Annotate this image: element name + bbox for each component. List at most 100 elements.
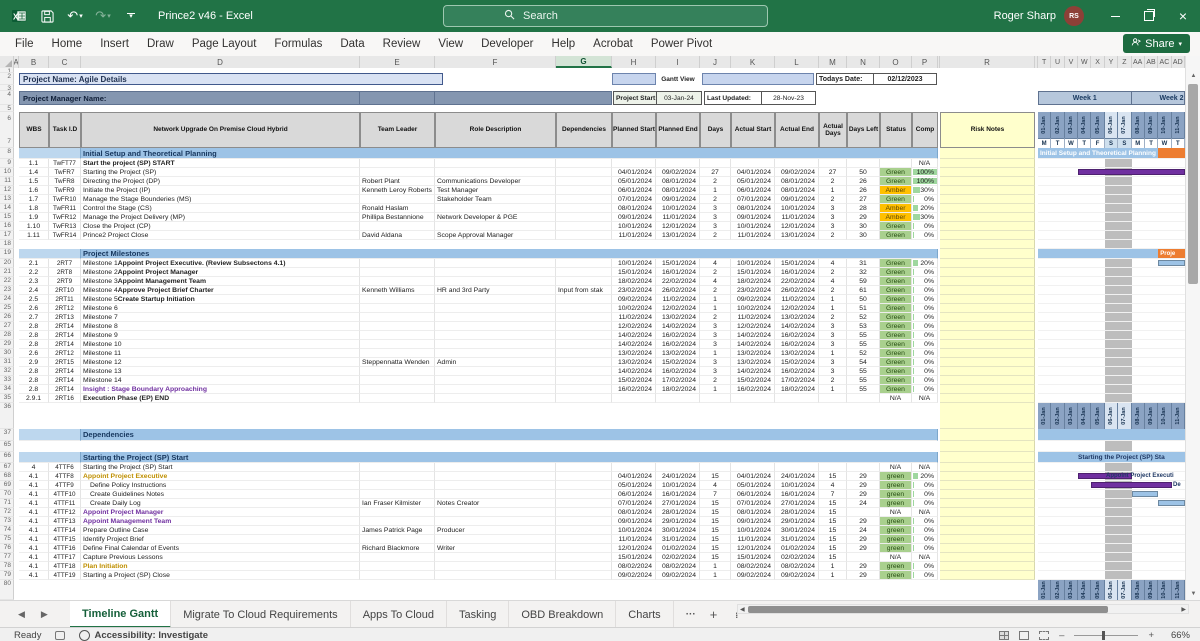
header-role-description[interactable]: Role Description <box>435 112 556 148</box>
project-manager-band[interactable]: Project Manager Name: <box>19 91 360 105</box>
zoom-slider-thumb[interactable] <box>1102 631 1105 640</box>
cell-days-left[interactable]: 55 <box>847 385 880 394</box>
cell-wbs[interactable]: 1.8 <box>19 204 49 213</box>
cell-days[interactable]: 1 <box>700 385 731 394</box>
cell-comp[interactable]: N/A <box>912 553 938 562</box>
cell-task-name[interactable]: Close the Project (CP) <box>81 222 360 231</box>
cell-status[interactable]: Green <box>880 313 912 322</box>
cell-days[interactable]: 3 <box>700 222 731 231</box>
cell-comp[interactable]: 20% <box>912 472 938 481</box>
gantt-day-06-Jan[interactable]: 06-Jan <box>1105 580 1118 600</box>
cell-status[interactable]: Green <box>880 349 912 358</box>
header-planned-start[interactable]: Planned Start <box>612 112 656 148</box>
zoom-slider[interactable] <box>1074 635 1138 636</box>
cell-team-leader[interactable] <box>360 385 435 394</box>
gantt-day-01-Jan[interactable]: 01-Jan <box>1038 580 1051 600</box>
risk-notes-cell[interactable] <box>940 340 1035 349</box>
select-all-corner[interactable] <box>0 56 14 68</box>
cell-days[interactable]: 3 <box>700 213 731 222</box>
gantt-chart-cell[interactable] <box>1038 553 1185 562</box>
cell-actual-start[interactable] <box>731 463 775 472</box>
gantt-day-08-Jan[interactable]: 08-Jan <box>1132 112 1145 138</box>
cell-wbs[interactable]: 2.2 <box>19 268 49 277</box>
cell-actual-start[interactable]: 10/02/2024 <box>731 304 775 313</box>
sheet-tab-tasking[interactable]: Tasking <box>447 601 509 628</box>
row-number-16[interactable]: 16 <box>0 222 14 231</box>
cell-team-leader[interactable] <box>360 394 435 403</box>
gantt-chart-cell[interactable] <box>1038 222 1185 231</box>
cell-wbs[interactable]: 2.6 <box>19 304 49 313</box>
cell-actual-start[interactable]: 07/01/2024 <box>731 499 775 508</box>
cell-task-name[interactable]: Plan Initiation <box>81 562 360 571</box>
cell-planned-start[interactable]: 12/02/2024 <box>612 322 656 331</box>
gantt-chart-cell[interactable] <box>1038 385 1185 394</box>
cell-planned-end[interactable]: 12/01/2024 <box>656 222 700 231</box>
cell-days-left[interactable]: 54 <box>847 358 880 367</box>
cell-actual-end[interactable]: 16/02/2024 <box>775 367 819 376</box>
cell-task-name[interactable]: Start the project (SP) START <box>81 159 360 168</box>
row-number-78[interactable]: 78 <box>0 562 14 571</box>
cell-wbs[interactable]: 4.1 <box>19 481 49 490</box>
cell-task-name[interactable]: Control the Stage (CS) <box>81 204 360 213</box>
gantt-dow-cell[interactable]: S <box>1105 138 1118 148</box>
cell-status[interactable]: Green <box>880 277 912 286</box>
cell-task-name[interactable]: Identify Project Brief <box>81 535 360 544</box>
risk-notes-cell[interactable] <box>940 268 1035 277</box>
cell-task-id[interactable]: 2RT16 <box>49 394 81 403</box>
cell-planned-end[interactable]: 02/02/2024 <box>656 553 700 562</box>
save-icon[interactable] <box>36 5 58 27</box>
cell-actual-days[interactable]: 2 <box>819 231 847 240</box>
cell-actual-start[interactable]: 10/01/2024 <box>731 222 775 231</box>
cell-planned-end[interactable]: 01/02/2024 <box>656 544 700 553</box>
cell-task-id[interactable]: 4TTF14 <box>49 526 81 535</box>
cell-days[interactable]: 3 <box>700 358 731 367</box>
header-team-leader[interactable]: Team Leader <box>360 112 435 148</box>
column-letter-K[interactable]: K <box>731 56 775 68</box>
cell-planned-start[interactable]: 16/02/2024 <box>612 385 656 394</box>
cell-planned-start[interactable]: 23/02/2024 <box>612 286 656 295</box>
cell-status[interactable]: Green <box>880 367 912 376</box>
risk-notes-cell[interactable] <box>940 463 1035 472</box>
gantt-day-05-Jan[interactable]: 05-Jan <box>1091 112 1104 138</box>
cell-planned-end[interactable]: 10/01/2024 <box>656 204 700 213</box>
cell-comp[interactable]: 0% <box>912 490 938 499</box>
cell-task-id[interactable]: 2RT14 <box>49 331 81 340</box>
cell-task-id[interactable]: 2RT7 <box>49 259 81 268</box>
cell-task-id[interactable]: 4TTF6 <box>49 463 81 472</box>
cell-planned-start[interactable]: 04/01/2024 <box>612 168 656 177</box>
cell-team-leader[interactable] <box>360 222 435 231</box>
cell-comp[interactable]: 100% <box>912 168 938 177</box>
cell-actual-end[interactable]: 17/02/2024 <box>775 376 819 385</box>
gantt-chart-cell[interactable] <box>1038 204 1185 213</box>
section-label[interactable]: Project Milestones <box>81 249 938 259</box>
cell-days[interactable]: 2 <box>700 313 731 322</box>
gantt-chart-cell[interactable] <box>1038 463 1185 472</box>
gantt-day-02-Jan[interactable]: 02-Jan <box>1051 403 1064 429</box>
cell-planned-start[interactable] <box>612 463 656 472</box>
project-start-label[interactable]: Project Start: <box>613 91 657 105</box>
risk-notes-cell[interactable] <box>940 277 1035 286</box>
cell-days-left[interactable] <box>847 394 880 403</box>
cell-planned-end[interactable]: 22/02/2024 <box>656 277 700 286</box>
cell-actual-days[interactable]: 1 <box>819 295 847 304</box>
zoom-in-icon[interactable]: + <box>1148 630 1154 641</box>
cell-actual-end[interactable]: 16/02/2024 <box>775 331 819 340</box>
menu-tab-data[interactable]: Data <box>331 38 373 50</box>
row-number-2[interactable]: 2 <box>0 73 14 85</box>
cell-planned-start[interactable]: 08/02/2024 <box>612 562 656 571</box>
risk-notes-cell[interactable] <box>940 481 1035 490</box>
cell-actual-end[interactable]: 13/02/2024 <box>775 349 819 358</box>
cell-comp[interactable]: 0% <box>912 349 938 358</box>
column-letter-D[interactable]: D <box>81 56 360 68</box>
cell-days-left[interactable]: 50 <box>847 168 880 177</box>
row-number-34[interactable]: 34 <box>0 385 14 394</box>
cell-actual-start[interactable]: 11/01/2024 <box>731 535 775 544</box>
header-days[interactable]: Days <box>700 112 731 148</box>
cell-dependencies[interactable] <box>556 481 612 490</box>
gantt-day-11-Jan[interactable]: 11-Jan <box>1172 403 1185 429</box>
cell-status[interactable]: green <box>880 472 912 481</box>
column-letter-Y[interactable]: Y <box>1105 56 1118 68</box>
cell-planned-start[interactable]: 11/02/2024 <box>612 313 656 322</box>
column-letter-X[interactable]: X <box>1091 56 1104 68</box>
sheet-tab-migrate-to-cloud-requirements[interactable]: Migrate To Cloud Requirements <box>171 601 350 628</box>
